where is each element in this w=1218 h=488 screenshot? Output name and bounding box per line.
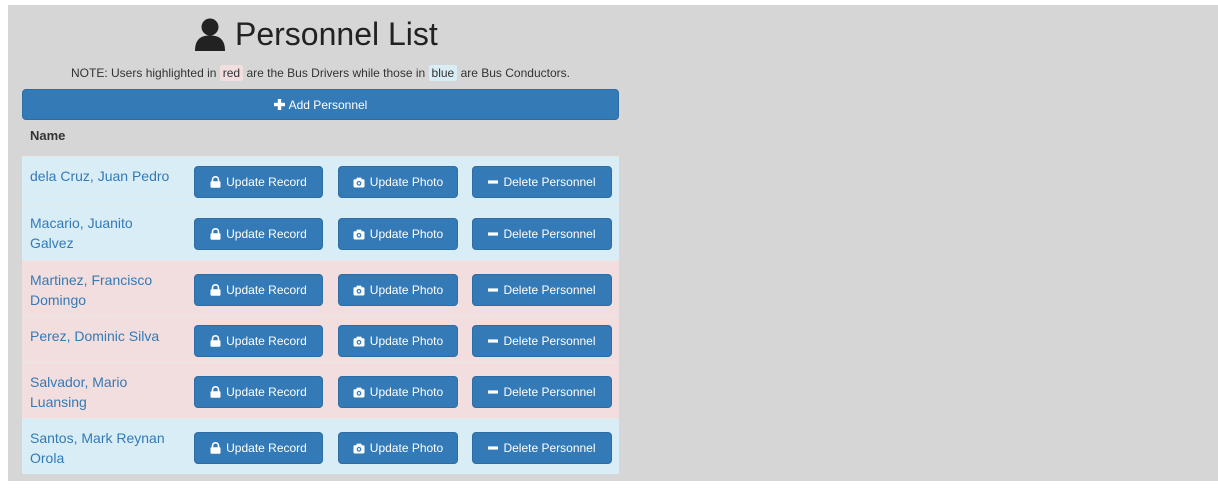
personnel-row: Salvador, Mario Luansing Update Record U… [22, 362, 619, 418]
personnel-name-link[interactable]: Perez, Dominic Silva [30, 326, 180, 346]
page-title: Personnel List [193, 14, 438, 54]
personnel-row: Martinez, Francisco Domingo Update Recor… [22, 260, 619, 316]
lock-icon [210, 228, 221, 240]
update-photo-label: Update Photo [369, 441, 444, 455]
update-record-button[interactable]: Update Record [194, 166, 323, 198]
update-record-button[interactable]: Update Record [194, 376, 323, 408]
personnel-row: Perez, Dominic Silva Update Record Updat… [22, 316, 619, 362]
update-record-label: Update Record [226, 283, 307, 297]
user-icon [193, 17, 235, 51]
camera-icon [353, 387, 365, 398]
note-text-after: are Bus Conductors. [460, 66, 570, 80]
plus-icon [273, 99, 285, 110]
update-record-label: Update Record [226, 385, 307, 399]
minus-icon [488, 387, 499, 397]
update-record-label: Update Record [226, 227, 307, 241]
update-photo-label: Update Photo [369, 175, 444, 189]
lock-icon [210, 442, 221, 454]
delete-personnel-button[interactable]: Delete Personnel [472, 376, 612, 408]
personnel-name-link[interactable]: Santos, Mark Reynan Orola [30, 428, 180, 468]
delete-personnel-button[interactable]: Delete Personnel [472, 274, 612, 306]
update-record-button[interactable]: Update Record [194, 432, 323, 464]
personnel-row: Santos, Mark Reynan Orola Update Record … [22, 418, 619, 474]
update-photo-button[interactable]: Update Photo [338, 218, 458, 250]
update-photo-button[interactable]: Update Photo [338, 325, 458, 357]
page-title-text: Personnel List [235, 15, 438, 52]
delete-personnel-button[interactable]: Delete Personnel [472, 166, 612, 198]
camera-icon [353, 177, 365, 188]
update-photo-button[interactable]: Update Photo [338, 432, 458, 464]
delete-personnel-button[interactable]: Delete Personnel [472, 325, 612, 357]
personnel-name-link[interactable]: Macario, Juanito Galvez [30, 213, 180, 253]
update-photo-label: Update Photo [369, 227, 444, 241]
legend-note: NOTE: Users highlighted in red are the B… [22, 64, 619, 82]
add-personnel-label: Add Personnel [288, 97, 368, 112]
delete-personnel-label: Delete Personnel [503, 227, 596, 241]
update-photo-button[interactable]: Update Photo [338, 274, 458, 306]
personnel-name-link[interactable]: Salvador, Mario Luansing [30, 372, 180, 412]
lock-icon [210, 335, 221, 347]
camera-icon [353, 285, 365, 296]
update-photo-button[interactable]: Update Photo [338, 166, 458, 198]
update-photo-label: Update Photo [369, 283, 444, 297]
delete-personnel-label: Delete Personnel [503, 283, 596, 297]
camera-icon [353, 443, 365, 454]
update-record-button[interactable]: Update Record [194, 325, 323, 357]
update-photo-label: Update Photo [369, 334, 444, 348]
camera-icon [353, 336, 365, 347]
update-record-label: Update Record [226, 334, 307, 348]
personnel-name-link[interactable]: Martinez, Francisco Domingo [30, 270, 180, 310]
update-photo-button[interactable]: Update Photo [338, 376, 458, 408]
update-record-button[interactable]: Update Record [194, 274, 323, 306]
update-photo-label: Update Photo [369, 385, 444, 399]
lock-icon [210, 284, 221, 296]
personnel-row: dela Cruz, Juan Pedro Update Record Upda… [22, 156, 619, 203]
minus-icon [488, 443, 499, 453]
personnel-name-link[interactable]: dela Cruz, Juan Pedro [30, 166, 180, 186]
minus-icon [488, 336, 499, 346]
minus-icon [488, 177, 499, 187]
update-record-label: Update Record [226, 175, 307, 189]
update-record-label: Update Record [226, 441, 307, 455]
lock-icon [210, 386, 221, 398]
delete-personnel-button[interactable]: Delete Personnel [472, 218, 612, 250]
minus-icon [488, 229, 499, 239]
personnel-table: dela Cruz, Juan Pedro Update Record Upda… [22, 156, 619, 474]
delete-personnel-label: Delete Personnel [503, 441, 596, 455]
lock-icon [210, 176, 221, 188]
delete-personnel-label: Delete Personnel [503, 334, 596, 348]
note-text-middle: are the Bus Drivers while those in [246, 66, 426, 80]
update-record-button[interactable]: Update Record [194, 218, 323, 250]
camera-icon [353, 229, 365, 240]
personnel-row: Macario, Juanito Galvez Update Record Up… [22, 203, 619, 260]
note-red-highlight: red [219, 65, 244, 81]
delete-personnel-label: Delete Personnel [503, 385, 596, 399]
table-header-name: Name [30, 128, 66, 143]
add-personnel-button[interactable]: Add Personnel [22, 89, 619, 120]
delete-personnel-label: Delete Personnel [503, 175, 596, 189]
note-blue-highlight: blue [428, 65, 458, 81]
note-text-before: NOTE: Users highlighted in [71, 66, 217, 80]
minus-icon [488, 285, 499, 295]
delete-personnel-button[interactable]: Delete Personnel [472, 432, 612, 464]
